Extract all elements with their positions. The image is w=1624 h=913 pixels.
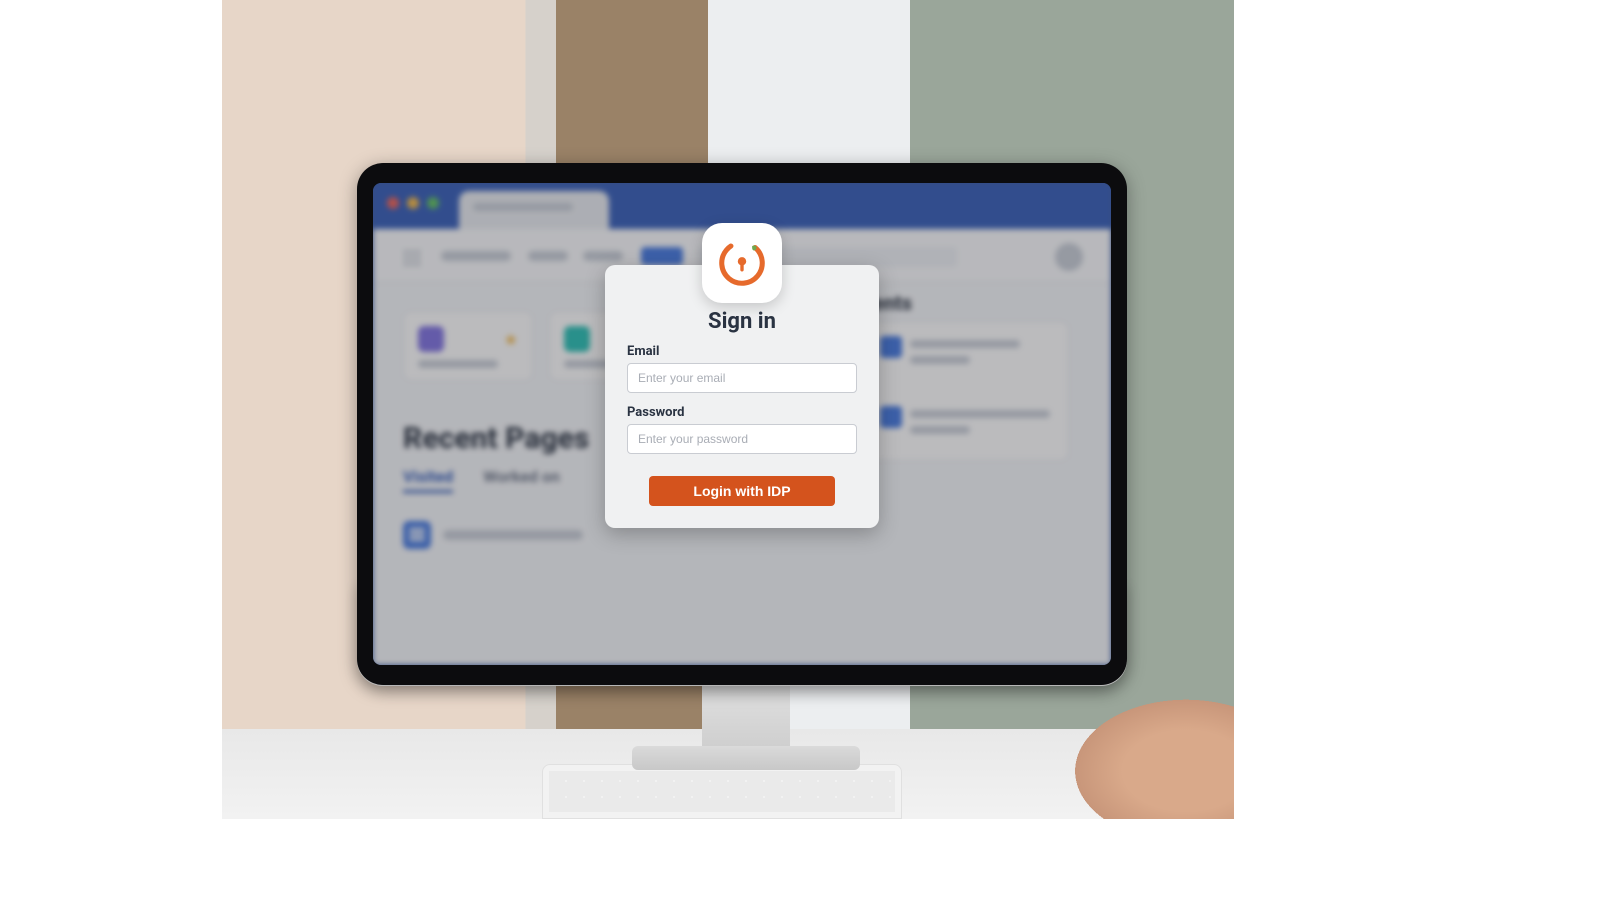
app-logo (702, 223, 782, 303)
monitor: ★ Recent Pages Visited Worked on ncement… (357, 163, 1127, 685)
password-field[interactable] (627, 424, 857, 454)
signin-title: Sign in (627, 309, 857, 334)
keyboard (542, 764, 902, 819)
monitor-stand-neck (702, 686, 790, 746)
lock-circle-icon (715, 236, 769, 290)
password-label: Password (627, 405, 857, 420)
photo-background: ★ Recent Pages Visited Worked on ncement… (222, 0, 1234, 819)
login-with-idp-button[interactable]: Login with IDP (649, 476, 835, 506)
signin-modal-wrapper: Sign in Email Password Login with IDP (373, 183, 1111, 665)
email-field[interactable] (627, 363, 857, 393)
hand (1074, 699, 1234, 819)
monitor-stand-foot (632, 746, 860, 770)
screen: ★ Recent Pages Visited Worked on ncement… (373, 183, 1111, 665)
email-label: Email (627, 344, 857, 359)
signin-card: Sign in Email Password Login with IDP (605, 265, 879, 528)
